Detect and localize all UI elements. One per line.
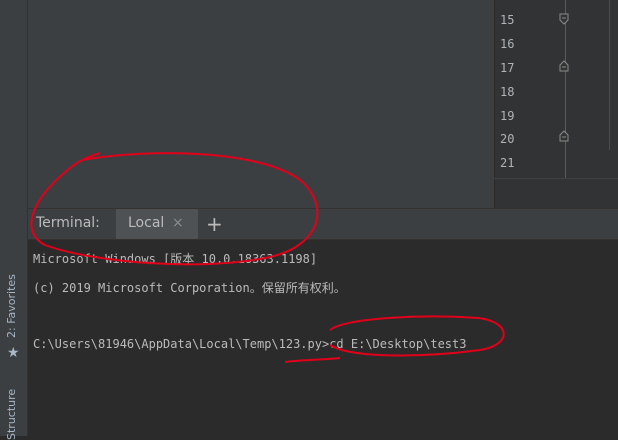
terminal-header: Terminal: Local × + [28, 208, 618, 240]
line-number: 19 [500, 109, 515, 123]
line-number: 21 [500, 156, 515, 170]
tab-label[interactable]: Local [128, 215, 164, 231]
terminal-title: Terminal: [36, 215, 100, 231]
line-number: 16 [500, 37, 515, 51]
terminal-line: (c) 2019 Microsoft Corporation。保留所有权利。 [33, 281, 346, 295]
line-number: 18 [500, 85, 515, 99]
gutter-guide [565, 0, 566, 178]
fold-icon[interactable] [559, 13, 569, 25]
line-number: 17 [500, 61, 515, 75]
line-number: 20 [500, 132, 515, 146]
terminal-line: Microsoft Windows [版本 10.0.18363.1198] [33, 252, 318, 266]
structure-tab[interactable]: Structure [5, 389, 18, 440]
add-icon[interactable]: + [206, 212, 223, 236]
left-tool-strip [0, 0, 28, 436]
fold-icon[interactable] [559, 60, 569, 72]
favorites-tab[interactable]: 2: Favorites [5, 274, 18, 338]
editor-right-margin [609, 0, 610, 150]
terminal-prompt-line[interactable]: C:\Users\81946\AppData\Local\Temp\123.py… [33, 337, 466, 351]
fold-icon[interactable] [559, 130, 569, 142]
terminal-output[interactable]: Microsoft Windows [版本 10.0.18363.1198] (… [28, 240, 618, 436]
line-number: 15 [500, 13, 515, 27]
close-icon[interactable]: × [172, 215, 184, 231]
editor-area [28, 0, 494, 208]
gutter-divider [494, 178, 618, 179]
tab-local[interactable]: Local × [116, 209, 198, 239]
editor-gutter-panel [494, 0, 618, 208]
star-icon: ★ [7, 345, 20, 361]
